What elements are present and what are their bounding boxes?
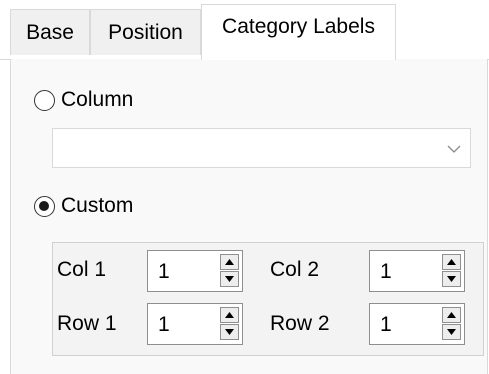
col2-spin-buttons bbox=[442, 254, 461, 288]
row1-value[interactable]: 1 bbox=[158, 313, 170, 337]
custom-radio[interactable]: Custom bbox=[34, 194, 133, 218]
row1-spin-buttons bbox=[220, 307, 239, 341]
column-radio-button[interactable] bbox=[34, 89, 55, 111]
col1-spin-up-button[interactable] bbox=[220, 254, 239, 270]
tab-base[interactable]: Base bbox=[10, 9, 90, 55]
tab-category-labels[interactable]: Category Labels bbox=[201, 4, 396, 60]
column-radio[interactable]: Column bbox=[34, 88, 133, 112]
triangle-down-icon bbox=[447, 276, 456, 282]
tab-position-label: Position bbox=[108, 20, 183, 44]
row2-spinner[interactable]: 1 bbox=[369, 303, 465, 345]
triangle-up-icon bbox=[225, 312, 234, 318]
triangle-down-icon bbox=[447, 329, 456, 335]
col2-spin-up-button[interactable] bbox=[442, 254, 461, 270]
row1-label: Row 1 bbox=[57, 312, 117, 335]
col1-value[interactable]: 1 bbox=[158, 260, 170, 284]
column-radio-label: Column bbox=[61, 88, 134, 111]
tab-base-label: Base bbox=[26, 20, 74, 44]
row2-spin-down-button[interactable] bbox=[442, 324, 461, 340]
column-dropdown[interactable] bbox=[52, 128, 471, 168]
triangle-down-icon bbox=[225, 329, 234, 335]
col2-label: Col 2 bbox=[270, 258, 320, 281]
tab-category-labels-label: Category Labels bbox=[222, 15, 375, 38]
tab-bar: Base Position Category Labels bbox=[0, 0, 489, 60]
row1-spinner[interactable]: 1 bbox=[147, 303, 243, 345]
col1-spin-down-button[interactable] bbox=[220, 271, 239, 287]
triangle-up-icon bbox=[447, 259, 456, 265]
col1-spinner[interactable]: 1 bbox=[147, 250, 243, 292]
col1-spin-buttons bbox=[220, 254, 239, 288]
col2-spin-down-button[interactable] bbox=[442, 271, 461, 287]
custom-radio-label: Custom bbox=[61, 194, 134, 217]
row2-spin-buttons bbox=[442, 307, 461, 341]
triangle-down-icon bbox=[225, 276, 234, 282]
triangle-up-icon bbox=[225, 259, 234, 265]
custom-radio-button[interactable] bbox=[34, 195, 55, 217]
row1-spin-up-button[interactable] bbox=[220, 307, 239, 323]
col2-value[interactable]: 1 bbox=[380, 260, 392, 284]
chevron-down-icon[interactable] bbox=[446, 141, 462, 157]
col2-spinner[interactable]: 1 bbox=[369, 250, 465, 292]
row2-value[interactable]: 1 bbox=[380, 313, 392, 337]
tab-position[interactable]: Position bbox=[90, 9, 201, 55]
row2-label: Row 2 bbox=[270, 312, 330, 335]
row2-spin-up-button[interactable] bbox=[442, 307, 461, 323]
triangle-up-icon bbox=[447, 312, 456, 318]
row1-spin-down-button[interactable] bbox=[220, 324, 239, 340]
col1-label: Col 1 bbox=[57, 258, 107, 281]
